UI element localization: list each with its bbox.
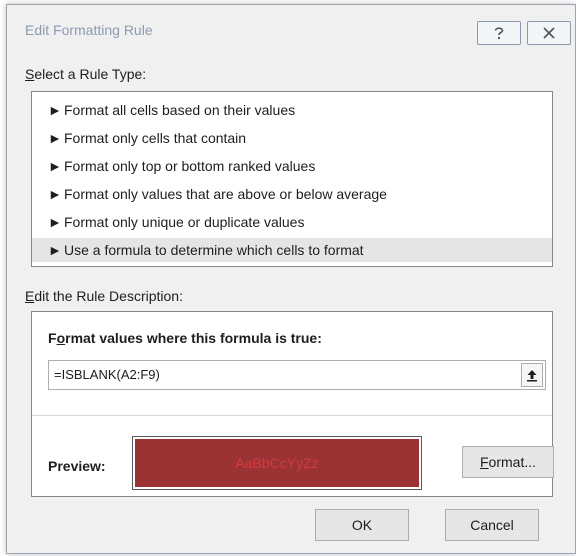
format-label: ormat... [488,454,537,470]
dialog-title: Edit Formatting Rule [25,22,153,38]
rule-type-item-label: Format all cells based on their values [64,102,296,118]
collapse-arrow-icon [527,370,537,382]
cancel-button[interactable]: Cancel [445,509,539,541]
formula-input[interactable]: =ISBLANK(A2:F9) [48,360,546,390]
rule-type-item-label: Format only cells that contain [64,130,247,146]
bullet-arrow-icon: ► [48,242,62,258]
help-icon [494,27,504,39]
rule-type-item[interactable]: ► Format only top or bottom ranked values [32,154,552,178]
section-divider [32,415,552,416]
preview-text: AaBbCcYyZz [235,455,319,471]
rule-type-label-text: elect a Rule Type: [34,66,147,82]
rule-type-item[interactable]: ► Format all cells based on their values [32,98,552,122]
rule-type-mnemonic: S [25,66,35,82]
rule-description-label-text: dit the Rule Description: [34,288,183,304]
rule-type-list[interactable]: ► Format all cells based on their values ►… [31,91,553,267]
preview-label: Preview: [48,458,106,474]
title-bar: Edit Formatting Rule [7,5,575,51]
formula-label-pre: F [48,330,57,346]
close-button[interactable] [527,21,571,45]
collapse-dialog-button[interactable] [521,363,543,387]
rule-type-item-label: Format only top or bottom ranked values [64,158,316,174]
bullet-arrow-icon: ► [48,186,62,202]
bullet-arrow-icon: ► [48,102,62,118]
formula-label-rest: rmat values where this formula is true: [65,330,322,346]
formula-label-mnemonic: o [56,330,66,346]
format-button[interactable]: Format... [462,446,554,478]
formula-label: Format values where this formula is true… [48,330,322,346]
rule-type-label: Select a Rule Type: [25,66,146,82]
preview-box: AaBbCcYyZz [132,436,422,490]
rule-description-mnemonic: E [25,288,35,304]
rule-type-item[interactable]: ► Use a formula to determine which cells … [32,238,552,262]
formula-value: =ISBLANK(A2:F9) [54,367,160,382]
ok-button[interactable]: OK [315,509,409,541]
rule-type-item-label: Format only unique or duplicate values [64,214,305,230]
rule-type-item[interactable]: ► Format only unique or duplicate values [32,210,552,234]
bullet-arrow-icon: ► [48,158,62,174]
preview-sample: AaBbCcYyZz [135,439,419,487]
help-button[interactable] [477,21,521,45]
rule-type-item-label: Format only values that are above or bel… [64,186,387,202]
close-icon [543,27,555,39]
rule-description-panel: Format values where this formula is true… [31,311,554,497]
rule-type-item[interactable]: ► Format only values that are above or be… [32,182,552,206]
bullet-arrow-icon: ► [48,130,62,146]
rule-type-item[interactable]: ► Format only cells that contain [32,126,552,150]
edit-formatting-rule-dialog: Edit Formatting Rule Select a Rule Type:… [6,4,576,554]
format-mnemonic: F [479,454,489,470]
rule-type-item-label: Use a formula to determine which cells t… [64,242,364,258]
rule-description-label: Edit the Rule Description: [25,288,183,304]
bullet-arrow-icon: ► [48,214,62,230]
